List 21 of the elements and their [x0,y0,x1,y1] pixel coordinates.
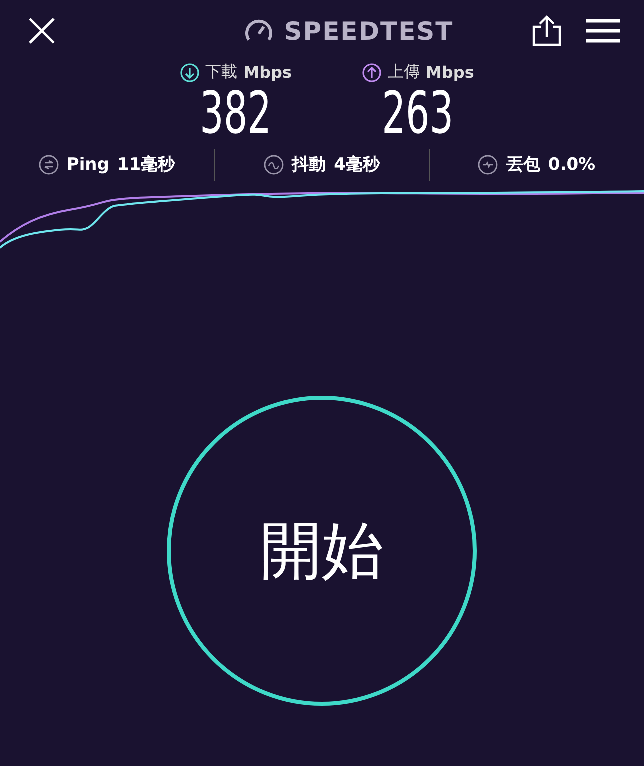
unit-label: Mbps [244,63,292,82]
stat-value: 4毫秒 [334,154,380,176]
stat-label: Ping [66,154,110,175]
share-icon[interactable] [532,15,562,47]
close-icon[interactable] [28,17,56,45]
menu-icon[interactable] [586,19,620,43]
speed-label: 下載 [206,62,238,83]
stat-label: 抖動 [292,154,326,176]
stat-label: 丟包 [506,154,540,176]
speed-value: 263 [382,83,454,144]
gauge-icon [244,18,274,44]
speed-label: 上傳 [388,62,420,83]
ping-icon [38,154,59,175]
start-button[interactable]: 開始 [167,396,477,706]
stat-value: 11毫秒 [117,154,176,176]
jitter-icon [264,154,284,175]
app-title: SPEEDTEST [284,16,454,46]
speed-value: 382 [200,83,272,144]
stat-value: 0.0% [548,154,596,175]
loss-icon [478,154,498,175]
unit-label: Mbps [426,63,474,82]
